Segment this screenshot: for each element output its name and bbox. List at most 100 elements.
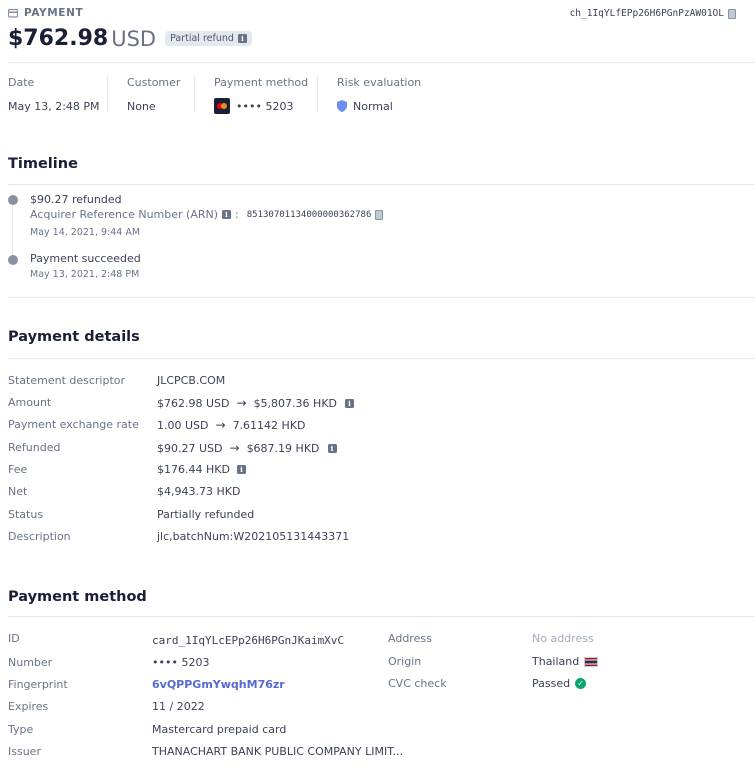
method-value: 11 / 2022 [152, 700, 205, 713]
arn-value: 85130701134000000362786 [246, 209, 372, 220]
arn-label: Acquirer Reference Number (ARN) [30, 208, 219, 221]
payment-icon [8, 8, 18, 18]
divider [8, 184, 754, 185]
detail-value: $762.98 USD [157, 396, 230, 410]
detail-value: 1.00 USD [157, 418, 209, 432]
info-icon[interactable]: i [237, 34, 247, 43]
summary-label: Payment method [214, 76, 309, 89]
charge-id[interactable]: ch_1IqYLfEPp26H6PGnPzAW01OL [570, 8, 736, 19]
method-label: Type [8, 723, 34, 736]
summary-value: •••• 5203 [236, 99, 294, 113]
cvc-value-row: Passed ✓ [532, 677, 587, 690]
method-value: Passed [532, 677, 571, 690]
divider [8, 616, 754, 617]
detail-label: Refunded [8, 441, 61, 454]
detail-value: jlc,batchNum:W202105131443371 [157, 530, 350, 543]
shield-icon [337, 100, 347, 112]
timeline-connector [12, 205, 13, 255]
summary-label: Risk evaluation [337, 76, 422, 89]
check-circle-icon: ✓ [575, 678, 587, 689]
detail-label: Net [8, 485, 28, 498]
detail-value-row: $90.27 USD → $687.19 HKD i [157, 441, 337, 455]
timeline-title: Timeline [8, 156, 78, 172]
detail-value: Partially refunded [157, 508, 255, 521]
detail-converted: 7.61142 HKD [232, 418, 306, 432]
detail-value-row: $176.44 HKD i [157, 463, 246, 476]
summary-divider [107, 76, 108, 112]
method-value: Thailand [532, 655, 580, 668]
method-label: Number [8, 656, 53, 669]
method-label: Issuer [8, 745, 41, 758]
card-id: card_1IqYLcEPp26H6PGnJKaimXvC [152, 634, 345, 647]
copy-icon[interactable] [375, 209, 384, 220]
detail-value: $90.27 USD [157, 441, 223, 455]
arn-row: Acquirer Reference Number (ARN) i : 8513… [30, 208, 384, 221]
copy-icon[interactable] [728, 8, 736, 19]
summary-date: Date May 13, 2:48 PM [8, 76, 100, 114]
summary-value-row: Normal [337, 98, 421, 114]
summary-label: Customer [127, 76, 181, 89]
detail-label: Statement descriptor [8, 374, 126, 387]
payment-header-label: PAYMENT [8, 7, 83, 19]
payment-currency: USD [111, 26, 157, 51]
payment-label: PAYMENT [24, 7, 84, 19]
status-badge-label: Partial refund [170, 33, 234, 44]
mastercard-icon [214, 98, 230, 114]
detail-label: Fee [8, 463, 28, 476]
method-label: CVC check [388, 677, 447, 690]
arrow-right-icon: → [215, 418, 226, 432]
method-label: Origin [388, 655, 422, 668]
info-icon[interactable]: i [236, 465, 246, 474]
detail-value-row: 1.00 USD → 7.61142 HKD [157, 418, 306, 432]
payment-method-title: Payment method [8, 589, 147, 605]
arrow-right-icon: → [229, 441, 240, 455]
payment-details-title: Payment details [8, 329, 140, 345]
timeline-event-title: Payment succeeded [30, 252, 141, 265]
amount-row: $762.98 USD Partial refund i [8, 26, 252, 51]
summary-value-row: •••• 5203 [214, 98, 308, 114]
arn-colon: : [235, 208, 239, 221]
detail-label: Payment exchange rate [8, 418, 139, 431]
detail-converted: $687.19 HKD [246, 441, 320, 455]
summary-value: Normal [353, 99, 393, 113]
origin-value-row: Thailand [532, 655, 599, 668]
detail-value: $176.44 HKD [157, 463, 230, 476]
detail-value: $4,943.73 HKD [157, 485, 241, 498]
summary-customer: Customer None [127, 76, 180, 114]
detail-label: Status [8, 508, 44, 521]
method-value: •••• 5203 [152, 656, 210, 669]
summary-value: None [127, 99, 156, 113]
divider [8, 62, 754, 63]
summary-label: Date [8, 76, 35, 89]
charge-id-text: ch_1IqYLfEPp26H6PGnPzAW01OL [569, 8, 724, 19]
info-icon[interactable]: i [222, 210, 232, 219]
timeline-event-title: $90.27 refunded [30, 193, 122, 206]
method-label: Address [388, 632, 432, 645]
info-icon[interactable]: i [327, 443, 337, 453]
method-label: Expires [8, 700, 49, 713]
method-value: THANACHART BANK PUBLIC COMPANY LIMIT... [152, 745, 404, 758]
success-event-icon [8, 255, 18, 265]
method-label: ID [8, 632, 20, 645]
fingerprint-link[interactable]: 6vQPPGmYwqhM76zr [152, 678, 285, 691]
refund-event-icon [8, 195, 18, 205]
status-badge: Partial refund i [165, 31, 252, 46]
timeline-event-time: May 14, 2021, 9:44 AM [30, 227, 141, 238]
detail-value-row: $762.98 USD → $5,807.36 HKD i [157, 396, 354, 410]
summary-risk: Risk evaluation Normal [337, 76, 421, 114]
thailand-flag-icon [584, 656, 599, 667]
method-value: No address [532, 632, 594, 645]
payment-amount: $762.98 [8, 26, 109, 51]
summary-divider [317, 76, 318, 112]
method-value: Mastercard prepaid card [152, 723, 287, 736]
detail-label: Amount [8, 396, 52, 409]
detail-converted: $5,807.36 HKD [253, 396, 337, 410]
detail-value: JLCPCB.COM [157, 374, 226, 387]
arrow-right-icon: → [236, 396, 247, 410]
summary-divider [194, 76, 195, 112]
divider [8, 297, 754, 298]
method-label: Fingerprint [8, 678, 68, 691]
timeline-event-time: May 13, 2021, 2:48 PM [30, 269, 140, 280]
info-icon[interactable]: i [345, 398, 354, 408]
summary-payment-method: Payment method •••• 5203 [214, 76, 308, 114]
